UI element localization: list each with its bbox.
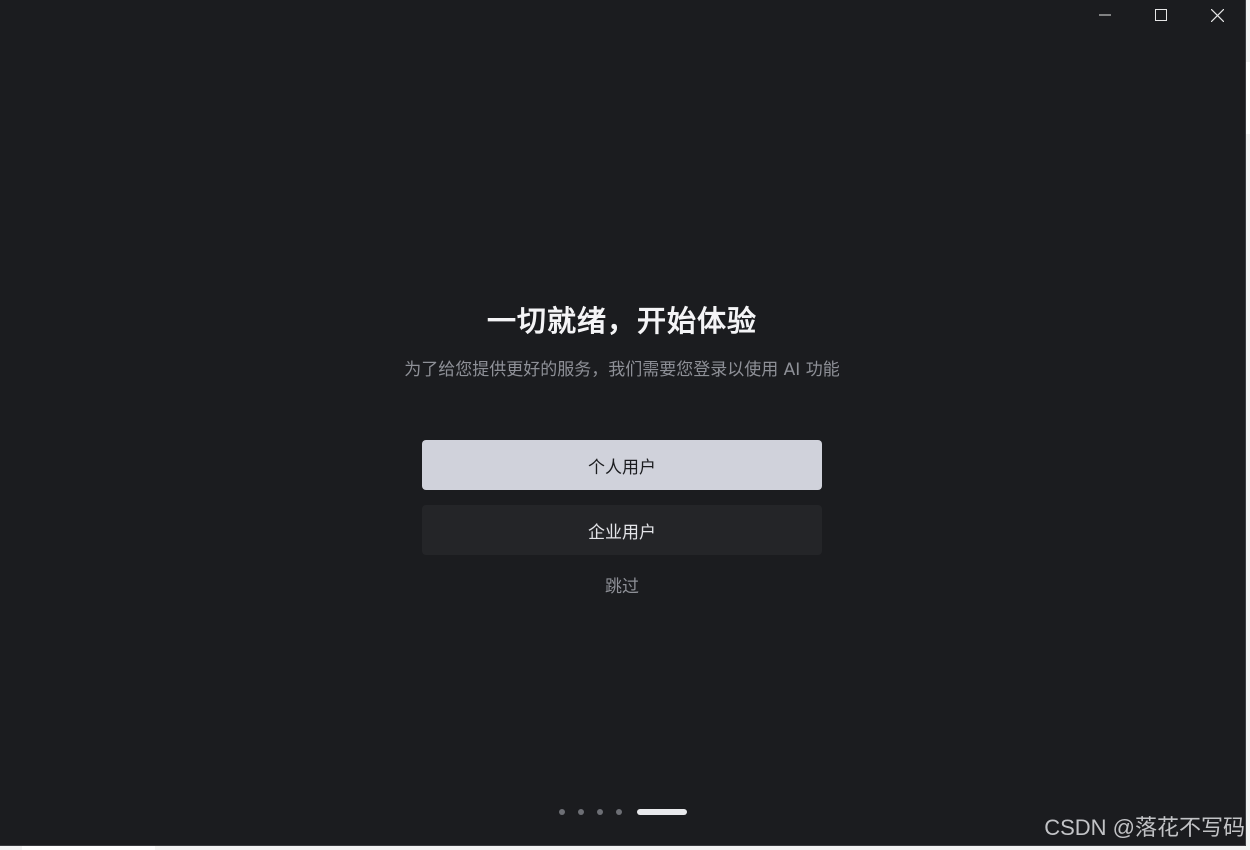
page-title: 一切就绪，开始体验 <box>486 304 757 338</box>
app-window: 一切就绪，开始体验 为了给您提供更好的服务，我们需要您登录以使用 AI 功能 个… <box>0 0 1246 846</box>
minimize-icon <box>1099 9 1111 21</box>
skip-link[interactable]: 跳过 <box>605 577 639 597</box>
enterprise-user-button[interactable]: 企业用户 <box>422 505 822 555</box>
minimize-button[interactable] <box>1077 0 1133 30</box>
page-dot-1[interactable] <box>559 809 565 815</box>
close-icon <box>1210 8 1224 22</box>
page-dot-4[interactable] <box>616 809 622 815</box>
personal-user-button[interactable]: 个人用户 <box>422 440 822 490</box>
page-dot-5-active[interactable] <box>637 809 687 815</box>
maximize-button[interactable] <box>1133 0 1189 30</box>
background-taskbar-edge <box>22 846 155 850</box>
skip-link-row: 跳过 <box>0 572 1244 597</box>
page-indicator <box>559 808 687 816</box>
close-button[interactable] <box>1189 0 1245 30</box>
watermark-text: CSDN @落花不写码 <box>1044 815 1245 840</box>
window-controls <box>1077 0 1245 30</box>
page-dot-3[interactable] <box>597 809 603 815</box>
page-subtitle: 为了给您提供更好的服务，我们需要您登录以使用 AI 功能 <box>404 360 840 380</box>
page-dot-2[interactable] <box>578 809 584 815</box>
maximize-icon <box>1155 9 1167 21</box>
